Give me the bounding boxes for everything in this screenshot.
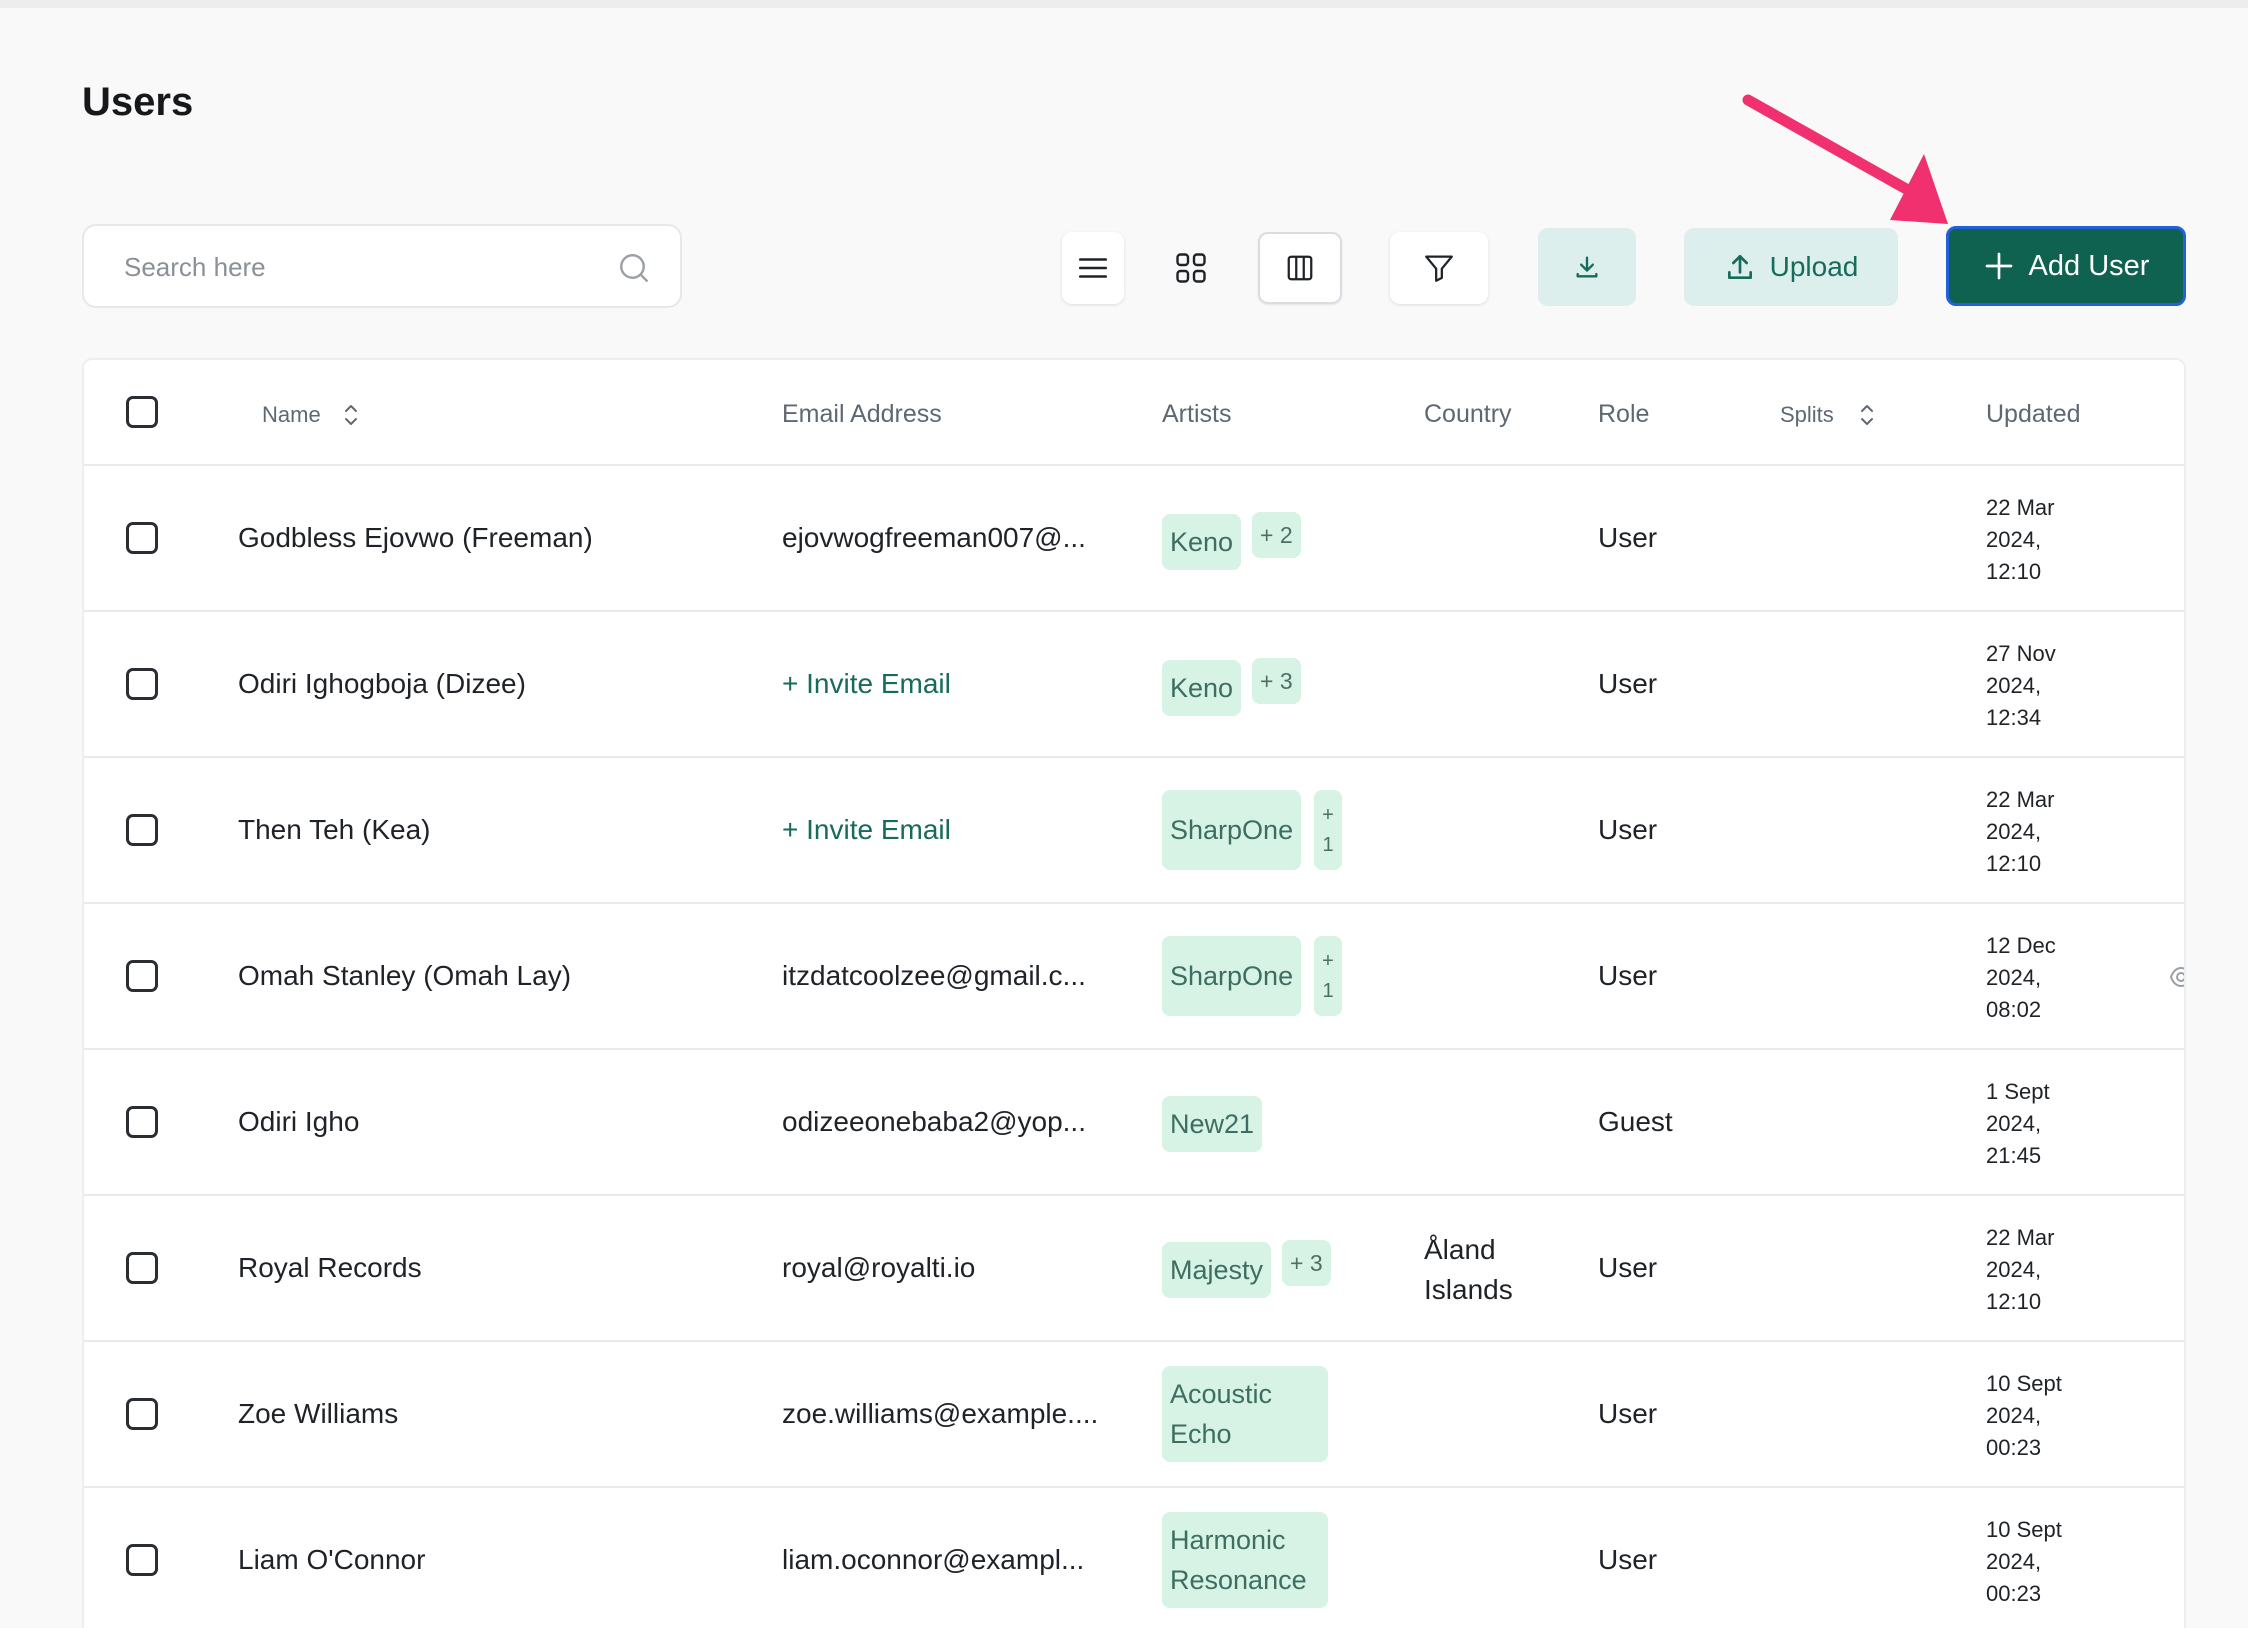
user-country: Åland Islands [1424, 1234, 1513, 1305]
eye-icon[interactable] [2170, 962, 2186, 992]
select-all-checkbox[interactable] [126, 396, 158, 428]
header-role: Role [1598, 400, 1650, 428]
header-name[interactable]: Name [262, 402, 321, 428]
table-row[interactable]: Odiri Igho odizeeonebaba2@yop... New21 G… [84, 1050, 2184, 1196]
header-updated: Updated [1986, 400, 2081, 428]
list-view-button[interactable] [1062, 232, 1124, 304]
filter-icon [1425, 255, 1453, 282]
user-name[interactable]: Liam O'Connor [238, 1544, 425, 1576]
updated-date: 22 Mar 2024, 12:10 [1986, 787, 2055, 876]
row-checkbox[interactable] [126, 1398, 158, 1430]
header-country: Country [1424, 400, 1512, 428]
table-row[interactable]: Omah Stanley (Omah Lay) itzdatcoolzee@gm… [84, 904, 2184, 1050]
page-title: Users [82, 80, 194, 124]
user-email: itzdatcoolzee@gmail.c... [782, 960, 1086, 991]
artist-chip: Acoustic Echo [1162, 1366, 1328, 1462]
user-role: User [1598, 1544, 1658, 1575]
search-box[interactable] [82, 224, 682, 308]
columns-button[interactable] [1258, 232, 1342, 304]
upload-icon [1727, 254, 1752, 279]
table-row[interactable]: Zoe Williams zoe.williams@example.... Ac… [84, 1342, 2184, 1488]
splits-sort-icon[interactable] [1856, 402, 1878, 428]
row-checkbox[interactable] [126, 1544, 158, 1576]
user-name[interactable]: Omah Stanley (Omah Lay) [238, 960, 571, 992]
table-row[interactable]: Liam O'Connor liam.oconnor@exampl... Har… [84, 1488, 2184, 1628]
row-checkbox[interactable] [126, 1252, 158, 1284]
artist-chip: Majesty [1162, 1242, 1272, 1298]
more-artists-chip[interactable]: + 2 [1252, 512, 1301, 558]
user-role: User [1598, 668, 1658, 699]
row-checkbox[interactable] [126, 960, 158, 992]
invite-email-link[interactable]: + Invite Email [782, 814, 951, 846]
invite-email-link[interactable]: + Invite Email [782, 668, 951, 700]
top-divider [0, 0, 2248, 8]
artist-chip: Keno [1162, 514, 1242, 570]
more-artists-chip[interactable]: +1 [1314, 936, 1342, 1016]
filter-button[interactable] [1390, 232, 1488, 304]
table-row[interactable]: Godbless Ejovwo (Freeman) ejovwogfreeman… [84, 466, 2184, 612]
user-email: royal@royalti.io [782, 1252, 976, 1283]
search-icon[interactable] [616, 250, 652, 286]
artist-chip: SharpOne [1162, 790, 1302, 870]
grid-view-icon [1176, 253, 1206, 283]
artist-chip: Harmonic Resonance [1162, 1512, 1328, 1608]
user-role: User [1598, 1252, 1658, 1283]
user-role: User [1598, 1398, 1658, 1429]
user-name[interactable]: Royal Records [238, 1252, 422, 1284]
user-name[interactable]: Then Teh (Kea) [238, 814, 431, 846]
table-row[interactable]: Then Teh (Kea) + Invite Email SharpOne +… [84, 758, 2184, 904]
more-artists-chip[interactable]: + 3 [1282, 1240, 1331, 1286]
user-email: odizeeonebaba2@yop... [782, 1106, 1086, 1137]
updated-date: 10 Sept 2024, 00:23 [1986, 1371, 2062, 1460]
add-user-button[interactable]: Add User [1946, 226, 2186, 306]
header-splits[interactable]: Splits [1780, 402, 1834, 428]
name-sort-icon[interactable] [340, 402, 362, 428]
user-name[interactable]: Godbless Ejovwo (Freeman) [238, 522, 593, 554]
artist-chip: SharpOne [1162, 936, 1302, 1016]
updated-date: 22 Mar 2024, 12:10 [1986, 495, 2055, 584]
row-checkbox[interactable] [126, 814, 158, 846]
user-role: User [1598, 814, 1658, 845]
artist-chip: Keno [1162, 660, 1242, 716]
user-role: Guest [1598, 1106, 1673, 1137]
more-artists-chip[interactable]: + 3 [1252, 658, 1301, 704]
user-email: ejovwogfreeman007@... [782, 522, 1086, 553]
updated-date: 27 Nov 2024, 12:34 [1986, 641, 2056, 730]
row-checkbox[interactable] [126, 1106, 158, 1138]
header-artists: Artists [1162, 400, 1232, 428]
annotation-arrow-icon [1742, 94, 1948, 224]
user-name[interactable]: Odiri Igho [238, 1106, 359, 1138]
user-email: zoe.williams@example.... [782, 1398, 1099, 1429]
updated-date: 10 Sept 2024, 00:23 [1986, 1517, 2062, 1606]
plus-icon [1985, 252, 2012, 280]
list-view-icon [1078, 258, 1108, 278]
user-email: liam.oconnor@exampl... [782, 1544, 1085, 1575]
columns-icon [1287, 255, 1313, 281]
row-checkbox[interactable] [126, 668, 158, 700]
row-checkbox[interactable] [126, 522, 158, 554]
table-header: Name Email Address Artists Country Role … [84, 360, 2184, 466]
upload-button[interactable]: Upload [1684, 228, 1898, 306]
user-role: User [1598, 522, 1658, 553]
more-artists-chip[interactable]: +1 [1314, 790, 1342, 870]
header-email: Email Address [782, 400, 942, 428]
user-name[interactable]: Zoe Williams [238, 1398, 398, 1430]
updated-date: 1 Sept 2024, 21:45 [1986, 1079, 2050, 1168]
add-user-button-label: Add User [2028, 249, 2150, 282]
artist-chip: New21 [1162, 1096, 1263, 1152]
updated-date: 22 Mar 2024, 12:10 [1986, 1225, 2055, 1314]
grid-view-button[interactable] [1160, 232, 1222, 304]
search-input[interactable] [124, 246, 604, 288]
updated-date: 12 Dec 2024, 08:02 [1986, 933, 2056, 1022]
user-name[interactable]: Odiri Ighogboja (Dizee) [238, 668, 526, 700]
download-icon [1576, 256, 1598, 278]
users-table: Name Email Address Artists Country Role … [82, 358, 2186, 1628]
download-button[interactable] [1538, 228, 1636, 306]
table-row[interactable]: Royal Records royal@royalti.io Majesty +… [84, 1196, 2184, 1342]
upload-button-label: Upload [1769, 251, 1859, 282]
table-row[interactable]: Odiri Ighogboja (Dizee) + Invite Email K… [84, 612, 2184, 758]
user-role: User [1598, 960, 1658, 991]
